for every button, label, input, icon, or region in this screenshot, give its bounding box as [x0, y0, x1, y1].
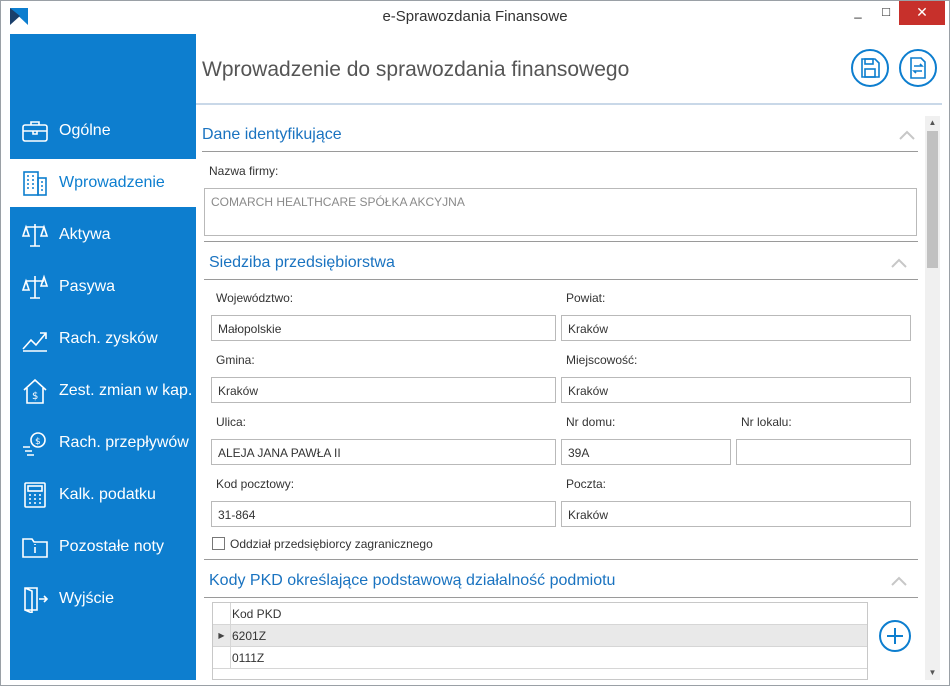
commune-field[interactable]: Kraków	[211, 377, 556, 403]
section-divider	[204, 241, 918, 242]
sidebar-item-label: Rach. zysków	[59, 330, 158, 347]
county-field[interactable]: Kraków	[561, 315, 911, 341]
sidebar-item-label: Kalk. podatku	[59, 486, 156, 503]
foreign-branch-label: Oddział przedsiębiorcy zagranicznego	[230, 537, 433, 551]
calculator-icon	[24, 482, 46, 508]
briefcase-icon	[22, 121, 48, 142]
money-flow-icon: $	[23, 432, 46, 456]
svg-text:$: $	[35, 437, 41, 447]
table-row[interactable]: ▶ 6201Z	[213, 625, 867, 647]
company-name-field[interactable]: COMARCH HEALTHCARE SPÓŁKA AKCYJNA	[204, 188, 917, 236]
info-folder-icon	[22, 538, 48, 558]
sidebar-item-label: Pasywa	[59, 278, 116, 295]
add-pkd-button[interactable]	[879, 620, 911, 652]
street-field[interactable]: ALEJA JANA PAWŁA II	[211, 439, 556, 465]
sidebar-item-rach-zyskow[interactable]: Rach. zysków	[10, 315, 196, 363]
house-number-label: Nr domu:	[566, 415, 616, 429]
building-icon	[23, 171, 47, 196]
column-header[interactable]: Kod PKD	[232, 607, 281, 621]
sidebar-item-pozostale-noty[interactable]: Pozostałe noty	[10, 523, 196, 571]
document-exchange-icon	[910, 57, 926, 79]
voivodeship-field[interactable]: Małopolskie	[211, 315, 556, 341]
sidebar-item-rach-przeplywow[interactable]: $ Rach. przepływów	[10, 419, 196, 467]
scroll-down-arrow-icon[interactable]: ▼	[925, 666, 940, 680]
save-button[interactable]	[851, 49, 889, 87]
section-title-pkd: Kody PKD określające podstawową działaln…	[209, 572, 616, 589]
postcode-label: Kod pocztowy:	[216, 477, 295, 491]
locality-field[interactable]: Kraków	[561, 377, 911, 403]
table-header: Kod PKD	[213, 603, 867, 625]
company-name-label: Nazwa firmy:	[209, 164, 279, 178]
section-divider	[204, 279, 918, 280]
plus-icon	[887, 628, 903, 644]
section-title-identity: Dane identyfikujące	[202, 126, 342, 143]
section-divider	[204, 597, 918, 598]
post-office-label: Poczta:	[566, 477, 607, 491]
table-cell: 0111Z	[232, 651, 265, 665]
scales-icon	[21, 274, 49, 299]
export-button[interactable]	[899, 49, 937, 87]
apartment-number-field[interactable]	[736, 439, 911, 465]
sidebar-item-wyjscie[interactable]: Wyjście	[10, 575, 196, 623]
scroll-thumb[interactable]	[927, 131, 938, 268]
sidebar-item-label: Wprowadzenie	[59, 174, 165, 191]
floppy-disk-icon	[861, 58, 880, 78]
scales-icon	[21, 224, 49, 247]
chevron-up-icon[interactable]	[891, 576, 907, 586]
table-cell: 6201Z	[232, 629, 267, 643]
section-title-seat: Siedziba przedsiębiorstwa	[209, 254, 395, 271]
sidebar-item-label: Ogólne	[59, 122, 111, 139]
voivodeship-label: Województwo:	[216, 291, 294, 305]
scroll-up-arrow-icon[interactable]: ▲	[925, 116, 940, 130]
sidebar: Ogólne Wprowadzenie Aktywa Pasywa Rach. …	[10, 34, 196, 680]
maximize-button[interactable]: □	[871, 1, 901, 25]
current-row-arrow-icon: ▶	[213, 625, 231, 647]
house-number-field[interactable]: 39A	[561, 439, 731, 465]
sidebar-item-ogolne[interactable]: Ogólne	[10, 107, 196, 155]
street-label: Ulica:	[216, 415, 247, 429]
svg-text:$: $	[32, 391, 38, 402]
section-divider	[202, 151, 918, 152]
foreign-branch-checkbox[interactable]	[212, 537, 225, 550]
apartment-number-label: Nr lokalu:	[741, 415, 792, 429]
title-bar: e-Sprawozdania Finansowe _ □ ✕	[1, 1, 949, 32]
county-label: Powiat:	[566, 291, 606, 305]
post-office-field[interactable]: Kraków	[561, 501, 911, 527]
chevron-up-icon[interactable]	[899, 130, 915, 140]
sidebar-item-wprowadzenie[interactable]: Wprowadzenie	[10, 159, 196, 207]
sidebar-item-label: Aktywa	[59, 226, 111, 243]
close-button[interactable]: ✕	[899, 1, 945, 25]
chevron-up-icon[interactable]	[891, 258, 907, 268]
commune-label: Gmina:	[216, 353, 255, 367]
chart-up-icon	[22, 332, 47, 352]
postcode-field[interactable]: 31-864	[211, 501, 556, 527]
locality-label: Miejscowość:	[566, 353, 638, 367]
minimize-button[interactable]: _	[843, 1, 873, 25]
sidebar-item-label: Wyjście	[59, 590, 114, 607]
page-title: Wprowadzenie do sprawozdania finansowego	[202, 58, 630, 81]
sidebar-item-aktywa[interactable]: Aktywa	[10, 211, 196, 259]
sidebar-item-zest-zmian[interactable]: $ Zest. zmian w kap.	[10, 367, 196, 415]
window-title: e-Sprawozdania Finansowe	[382, 8, 568, 25]
sidebar-item-label: Pozostałe noty	[59, 538, 164, 555]
sidebar-item-kalk-podatku[interactable]: Kalk. podatku	[10, 471, 196, 519]
house-dollar-icon: $	[23, 378, 47, 404]
vertical-scrollbar[interactable]: ▲ ▼	[925, 116, 940, 680]
sidebar-item-pasywa[interactable]: Pasywa	[10, 263, 196, 311]
pkd-table: Kod PKD ▶ 6201Z 0111Z	[212, 602, 868, 680]
row-indicator	[213, 603, 231, 625]
app-window: e-Sprawozdania Finansowe _ □ ✕ Ogólne Wp…	[0, 0, 950, 686]
section-divider	[204, 559, 918, 560]
sidebar-item-label: Zest. zmian w kap.	[59, 382, 193, 399]
header-divider	[196, 103, 942, 105]
exit-door-icon	[24, 587, 49, 613]
main-content: Wprowadzenie do sprawozdania finansowego…	[196, 34, 942, 680]
row-indicator	[213, 647, 231, 669]
sidebar-item-label: Rach. przepływów	[59, 434, 189, 451]
table-row[interactable]: 0111Z	[213, 647, 867, 669]
